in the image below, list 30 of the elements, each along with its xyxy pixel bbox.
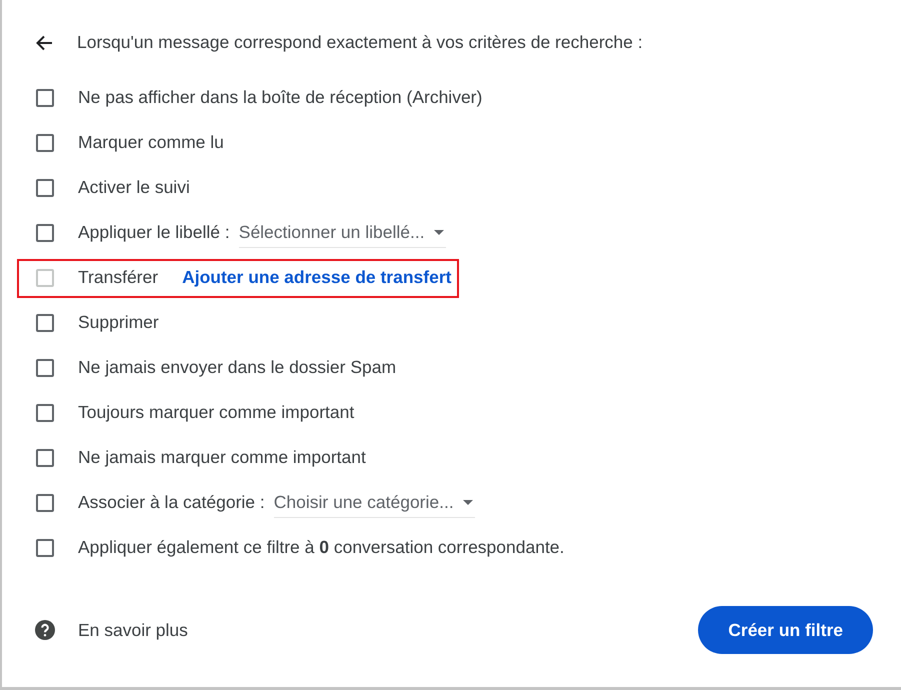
checkbox[interactable] <box>36 448 54 466</box>
option-label: Toujours marquer comme important <box>78 401 354 424</box>
option-label: Ne jamais marquer comme important <box>78 446 366 470</box>
option-label: Associer à la catégorie : <box>78 491 265 514</box>
checkbox[interactable] <box>36 88 54 106</box>
dropdown[interactable]: Sélectionner un libellé... <box>238 221 446 248</box>
option-label: Appliquer également ce filtre à 0 conversation correspondante. <box>78 536 564 560</box>
instruction-text: Lorsqu'un message correspond exactement à vos critères de recherche : <box>77 31 643 54</box>
learn-more-link[interactable]: En savoir plus <box>78 616 188 644</box>
option-label: Transférer <box>78 266 158 290</box>
help-icon[interactable] <box>35 620 55 640</box>
checkbox[interactable] <box>36 224 54 242</box>
option-label: Ne pas afficher dans la boîte de réception (Archiver) <box>78 86 482 110</box>
caret-icon <box>434 230 444 235</box>
option-label: Appliquer le libellé : <box>78 221 230 244</box>
checkbox[interactable] <box>36 178 54 196</box>
caret-icon <box>462 500 473 505</box>
option-label: Marquer comme lu <box>78 131 224 154</box>
dropdown[interactable]: Choisir une catégorie... <box>274 491 475 518</box>
checkbox[interactable] <box>36 358 54 376</box>
back-arrow-icon[interactable] <box>35 34 53 50</box>
option-label: Ne jamais envoyer dans le dossier Spam <box>78 356 396 380</box>
option-label: Activer le suivi <box>78 176 190 200</box>
checkbox[interactable] <box>36 314 54 332</box>
checkbox[interactable] <box>36 404 54 422</box>
checkbox[interactable] <box>36 538 54 556</box>
create-filter-button[interactable]: Créer un filtre <box>698 606 873 654</box>
checkbox[interactable] <box>36 494 54 512</box>
option-label: Supprimer <box>78 311 159 334</box>
checkbox[interactable] <box>36 134 54 152</box>
